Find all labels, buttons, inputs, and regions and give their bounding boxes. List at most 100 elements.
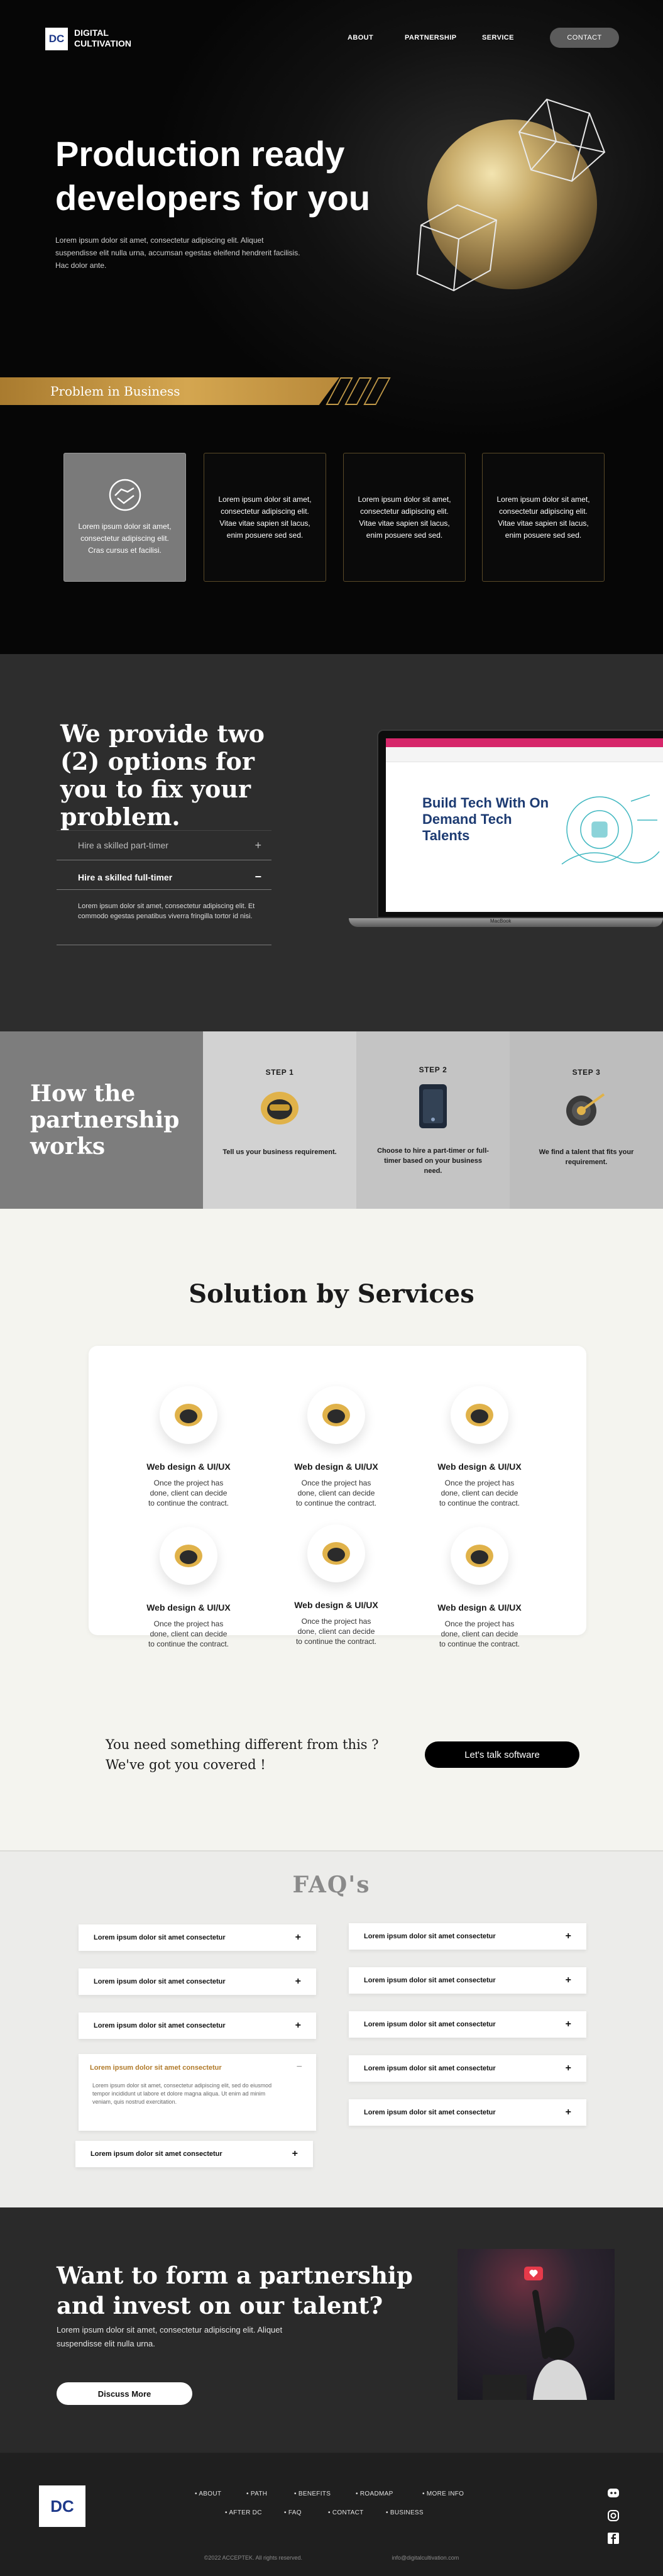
footer-link[interactable]: • AFTER DC <box>225 2509 262 2516</box>
service-icon <box>160 1527 217 1585</box>
faq-item[interactable]: Lorem ipsum dolor sit amet consectetur + <box>79 1924 316 1951</box>
accordion-body: Lorem ipsum dolor sit amet, consectetur … <box>78 902 255 920</box>
phone-icon <box>175 1404 202 1426</box>
services-panel: Web design & UI/UX Once the project has … <box>89 1346 586 1648</box>
contact-button[interactable]: CONTACT <box>550 28 619 48</box>
faq-item[interactable]: Lorem ipsum dolor sit amet consectetur + <box>79 1968 316 1995</box>
faq-title: FAQ's <box>292 1872 371 1898</box>
faq-item[interactable]: Lorem ipsum dolor sit amet consectetur + <box>349 1967 586 1994</box>
minus-icon: − <box>296 2062 302 2072</box>
faq-question: Lorem ipsum dolor sit amet consectetur <box>94 2022 226 2029</box>
screen-headline: Build Tech With On Demand Tech Talents <box>422 795 549 843</box>
footer-link[interactable]: • FAQ <box>284 2509 302 2516</box>
logo-line-2: CULTIVATION <box>74 38 131 48</box>
service-card[interactable]: Web design & UI/UX Once the project has … <box>417 1527 542 1649</box>
nav-partnership[interactable]: PARTNERSHIP <box>405 34 456 42</box>
plus-icon: + <box>292 2148 298 2159</box>
faq-item-open[interactable]: Lorem ipsum dolor sit amet consectetur −… <box>79 2054 316 2131</box>
service-text: Once the project has done, client can de… <box>439 1479 520 1507</box>
footer-link[interactable]: • MORE INFO <box>422 2490 464 2497</box>
screen-navbar <box>386 747 663 762</box>
cta-line-2: We've got you covered ! <box>106 1757 266 1772</box>
laptop-screen: Build Tech With On Demand Tech Talents <box>386 738 663 912</box>
problem-card-text: Lorem ipsum dolor sit amet, consectetur … <box>496 494 590 540</box>
faq-item[interactable]: Lorem ipsum dolor sit amet consectetur + <box>349 2011 586 2038</box>
faq-question: Lorem ipsum dolor sit amet consectetur <box>94 1978 226 1985</box>
service-card[interactable]: Web design & UI/UX Once the project has … <box>273 1524 399 1646</box>
accordion-part-timer[interactable]: Hire a skilled part-timer + <box>57 830 271 860</box>
faq-item[interactable]: Lorem ipsum dolor sit amet consectetur + <box>349 2055 586 2082</box>
problem-card[interactable]: Lorem ipsum dolor sit amet, consectetur … <box>63 453 186 582</box>
footer-link[interactable]: • BUSINESS <box>386 2509 424 2516</box>
footer-email[interactable]: info@digitalcultivation.com <box>392 2555 459 2561</box>
nav-about[interactable]: ABOUT <box>348 34 373 42</box>
service-card[interactable]: Web design & UI/UX Once the project has … <box>126 1527 251 1649</box>
logo-text[interactable]: DIGITAL CULTIVATION <box>74 28 131 49</box>
faq-item[interactable]: Lorem ipsum dolor sit amet consectetur + <box>349 2099 586 2126</box>
service-card[interactable]: Web design & UI/UX Once the project has … <box>126 1386 251 1508</box>
faq-question: Lorem ipsum dolor sit amet consectetur <box>364 2109 496 2116</box>
problem-card[interactable]: Lorem ipsum dolor sit amet, consectetur … <box>343 453 466 582</box>
discord-icon[interactable] <box>607 2487 620 2499</box>
problem-card[interactable]: Lorem ipsum dolor sit amet, consectetur … <box>482 453 605 582</box>
footer: DC • ABOUT • PATH • BENEFITS • ROADMAP •… <box>0 2453 663 2576</box>
copyright: ©2022 ACCEPTEK. All rights reserved. <box>204 2555 302 2561</box>
footer-link[interactable]: • BENEFITS <box>294 2490 331 2497</box>
partner-photo <box>458 2249 615 2400</box>
footer-link[interactable]: • CONTACT <box>328 2509 364 2516</box>
cta-text: You need something different from this ?… <box>106 1735 401 1775</box>
phone-icon <box>466 1545 493 1567</box>
footer-logo[interactable]: DC <box>39 2485 85 2527</box>
phone-icon <box>466 1404 493 1426</box>
faq-question: Lorem ipsum dolor sit amet consectetur <box>94 1934 226 1941</box>
footer-link[interactable]: • ROADMAP <box>356 2490 393 2497</box>
service-icon <box>451 1386 508 1444</box>
faq-item[interactable]: Lorem ipsum dolor sit amet consectetur + <box>79 2012 316 2039</box>
plus-icon: + <box>295 2020 301 2031</box>
problem-card-text: Lorem ipsum dolor sit amet, consectetur … <box>358 494 451 540</box>
accordion-label: Hire a skilled full-timer <box>78 872 173 882</box>
service-title: Web design & UI/UX <box>437 1602 522 1613</box>
service-icon <box>451 1527 508 1585</box>
phone-icon <box>261 1092 299 1124</box>
phone-icon <box>175 1545 202 1567</box>
facebook-icon[interactable] <box>607 2532 620 2545</box>
faq-question: Lorem ipsum dolor sit amet consectetur <box>90 2064 222 2072</box>
accordion-full-timer[interactable]: Hire a skilled full-timer − <box>57 865 271 890</box>
problem-card-text: Lorem ipsum dolor sit amet, consectetur … <box>78 522 172 555</box>
faq-question: Lorem ipsum dolor sit amet consectetur <box>364 2021 496 2028</box>
hero-section: DC DIGITAL CULTIVATION ABOUT PARTNERSHIP… <box>0 0 663 654</box>
service-card[interactable]: Web design & UI/UX Once the project has … <box>417 1386 542 1508</box>
faq-item[interactable]: Lorem ipsum dolor sit amet consectetur + <box>349 1923 586 1950</box>
instagram-icon[interactable] <box>607 2509 620 2522</box>
solution-title: Solution by Services <box>189 1279 474 1309</box>
faq-section: FAQ's Lorem ipsum dolor sit amet consect… <box>0 1850 663 2207</box>
options-title: We provide two (2) options for you to fi… <box>60 719 265 831</box>
accordion-label: Hire a skilled part-timer <box>78 840 168 850</box>
service-text: Once the project has done, client can de… <box>148 1479 229 1507</box>
plus-icon: + <box>295 1932 301 1943</box>
laptop-label: MacBook <box>490 918 512 924</box>
footer-link[interactable]: • PATH <box>246 2490 267 2497</box>
problem-label: Problem in Business <box>50 384 180 399</box>
hero-title: Production ready developers for you <box>55 134 371 218</box>
faq-item[interactable]: Lorem ipsum dolor sit amet consectetur + <box>75 2141 313 2167</box>
discuss-more-button[interactable]: Discuss More <box>57 2382 192 2405</box>
laptop-mockup: Build Tech With On Demand Tech Talents <box>377 730 663 918</box>
logo-line-1: DIGITAL <box>74 28 109 38</box>
service-title: Web design & UI/UX <box>294 1462 378 1472</box>
logo-mark[interactable]: DC <box>45 28 68 50</box>
plus-icon: + <box>565 1931 571 1941</box>
server-icon <box>419 1084 447 1128</box>
nav-service[interactable]: SERVICE <box>482 34 514 42</box>
network-hand-graphic <box>561 794 660 865</box>
footer-bottom: ©2022 ACCEPTEK. All rights reserved. inf… <box>0 2555 663 2561</box>
service-card[interactable]: Web design & UI/UX Once the project has … <box>273 1386 399 1508</box>
step-text: Tell us your business requirement. <box>222 1148 337 1156</box>
service-icon <box>160 1386 217 1444</box>
partner-section: Want to form a partnership and invest on… <box>0 2207 663 2453</box>
footer-link[interactable]: • ABOUT <box>195 2490 221 2497</box>
handshake-icon <box>109 479 141 511</box>
problem-card[interactable]: Lorem ipsum dolor sit amet, consectetur … <box>204 453 326 582</box>
lets-talk-button[interactable]: Let's talk software <box>425 1741 579 1768</box>
